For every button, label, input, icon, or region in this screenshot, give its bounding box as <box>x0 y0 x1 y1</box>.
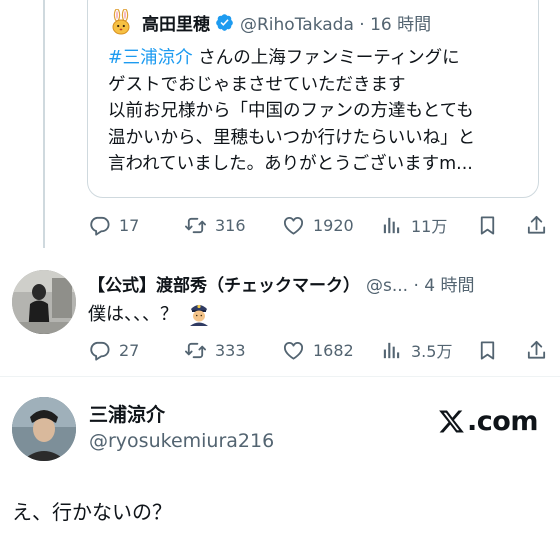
x-logo-icon <box>439 410 464 432</box>
post-text: え、行かないの？ <box>12 500 172 524</box>
repost-button[interactable]: 333 <box>184 337 246 363</box>
quoted-tweet-body: #三浦涼介 さんの上海ファンミーティングに ゲストでおじゃまさせていただきます … <box>108 45 533 178</box>
reply-author-name[interactable]: 【公式】渡部秀（チェックマーク） <box>88 271 360 296</box>
heart-icon <box>283 341 304 360</box>
views-count: 3.5万 <box>411 342 453 361</box>
repost-count: 316 <box>215 215 246 235</box>
quoted-author-name[interactable]: 高田里穂 <box>142 10 210 35</box>
reply-button[interactable]: 17 <box>88 212 139 238</box>
reply-author-avatar[interactable] <box>12 270 76 334</box>
author-avatar[interactable] <box>12 397 76 461</box>
avatar-photo <box>12 397 76 461</box>
like-count: 1920 <box>313 215 354 235</box>
repost-icon <box>185 217 206 233</box>
quoted-line: #三浦涼介 さんの上海ファンミーティングに <box>108 45 533 72</box>
reply-text-content: 僕は、、、？ <box>88 304 178 325</box>
heart-icon <box>283 216 304 235</box>
avatar-photo <box>12 270 76 334</box>
reply-count: 27 <box>119 340 140 360</box>
bookmark-button[interactable] <box>476 212 499 238</box>
quoted-line: ゲストでおじゃまさせていただきます <box>108 74 406 95</box>
reply-button[interactable]: 27 <box>88 337 139 363</box>
quoted-line-text: さんの上海ファンミーティングに <box>192 48 460 68</box>
repost-icon <box>185 342 206 358</box>
rabbit-avatar-icon[interactable] <box>108 9 134 35</box>
section-divider <box>0 376 560 377</box>
like-count: 1682 <box>313 340 354 360</box>
bookmark-icon <box>480 340 495 360</box>
quoted-line: 言われていました。ありがとうございますm... <box>108 154 473 174</box>
quoted-line: 温かいから、里穂もいつか行けたらいいね」と <box>108 127 476 148</box>
bookmark-button[interactable] <box>476 337 499 363</box>
reply-tweet-actions: 27 333 1682 3.5万 <box>88 337 548 363</box>
quoted-tweet-actions: 17 316 1920 11万 <box>88 212 548 238</box>
author-name[interactable]: 三浦涼介 <box>89 400 165 427</box>
views-button[interactable]: 3.5万 <box>380 337 452 363</box>
x-com-logo: .com <box>438 404 538 438</box>
reply-icon <box>90 341 110 361</box>
hashtag-link[interactable]: #三浦涼介 <box>108 48 193 68</box>
share-button[interactable] <box>525 337 548 363</box>
share-icon <box>527 215 546 234</box>
quoted-tweet-card[interactable]: 高田里穂 @RihoTakada · 16 時間 #三浦涼介 さんの上海ファンミ… <box>87 0 539 198</box>
quoted-author-handle-time[interactable]: @RihoTakada · 16 時間 <box>240 10 431 35</box>
analytics-icon <box>383 342 400 358</box>
reply-tweet-text: 僕は、、、？ <box>88 300 212 326</box>
quoted-tweet-header: 高田里穂 @RihoTakada · 16 時間 <box>108 9 431 35</box>
repost-count: 333 <box>215 340 246 360</box>
repost-button[interactable]: 316 <box>184 212 246 238</box>
like-button[interactable]: 1920 <box>282 212 354 238</box>
x-com-text: .com <box>467 405 538 437</box>
reply-count: 17 <box>119 215 140 235</box>
reply-tweet-header: 【公式】渡部秀（チェックマーク） @s... · 4 時間 <box>88 270 475 296</box>
share-icon <box>527 340 546 359</box>
analytics-icon <box>383 217 400 233</box>
views-button[interactable]: 11万 <box>380 212 447 238</box>
quoted-line: 以前お兄様から「中国のファンの方達もとても <box>108 101 474 121</box>
views-count: 11万 <box>411 217 448 236</box>
thread-line <box>43 0 45 248</box>
bookmark-icon <box>480 215 495 235</box>
reply-icon <box>90 216 110 236</box>
police-officer-emoji-icon <box>190 304 208 326</box>
verified-badge-icon <box>216 13 233 31</box>
like-button[interactable]: 1682 <box>282 337 354 363</box>
share-button[interactable] <box>525 212 548 238</box>
reply-author-handle-time[interactable]: @s... · 4 時間 <box>366 271 475 296</box>
author-handle[interactable]: @ryosukemiura216 <box>89 430 274 452</box>
